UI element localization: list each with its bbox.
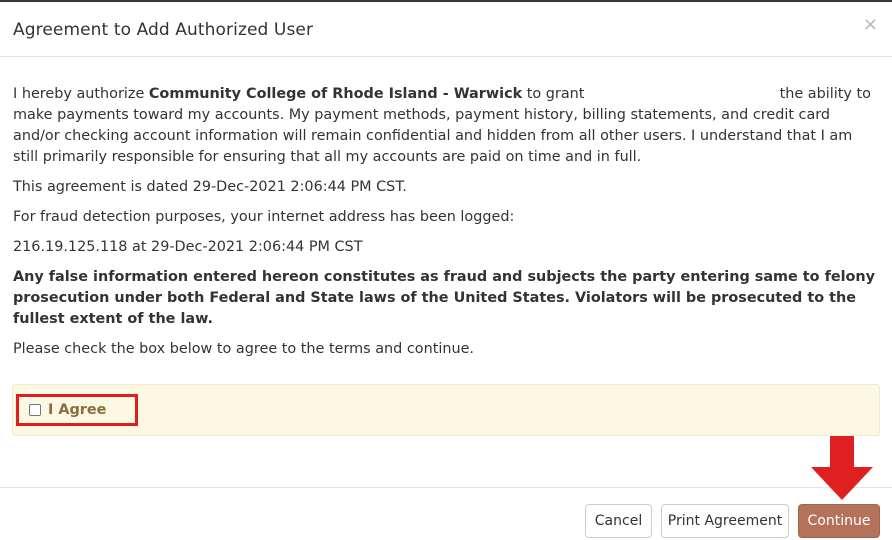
agree-label-text[interactable]: I Agree [48,402,106,418]
modal-title: Agreement to Add Authorized User [13,20,314,40]
continue-button[interactable]: Continue [798,504,880,538]
agree-instruction: Please check the box below to agree to t… [13,341,475,357]
agree-checkbox[interactable] [29,404,41,416]
agreement-date: This agreement is dated 29-Dec-2021 2:06… [13,179,407,195]
fraud-warning: Any false information entered hereon con… [13,269,876,327]
modal-footer: Cancel Print Agreement Continue [0,487,892,540]
auth-text-mid: to grant [522,86,590,102]
fraud-notice: For fraud detection purposes, your inter… [13,209,515,225]
modal-body: I hereby authorize Community College of … [13,84,881,369]
cancel-button[interactable]: Cancel [585,504,652,538]
arrow-down-icon [811,436,873,500]
print-agreement-button[interactable]: Print Agreement [661,504,789,538]
authorization-paragraph: I hereby authorize Community College of … [13,84,881,168]
agree-panel: I Agree [12,384,880,436]
close-icon[interactable]: × [863,16,878,34]
auth-text-pre: I hereby authorize [13,86,149,102]
institution-name: Community College of Rhode Island - Warw… [148,86,523,102]
agreement-modal: Agreement to Add Authorized User × I her… [0,0,892,540]
agree-label[interactable]: I Agree [16,394,138,426]
modal-header: Agreement to Add Authorized User × [0,2,892,57]
ip-log: 216.19.125.118 at 29-Dec-2021 2:06:44 PM… [13,239,363,255]
